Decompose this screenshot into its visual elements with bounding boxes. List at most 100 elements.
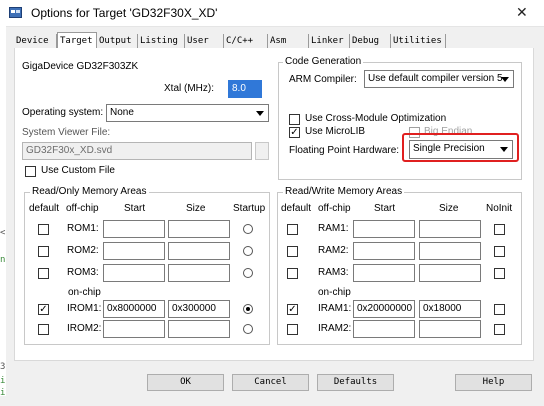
ram-default-checkbox[interactable] bbox=[287, 268, 298, 279]
cross-module-checkbox[interactable] bbox=[289, 114, 300, 125]
side-glyph: < bbox=[0, 228, 6, 238]
tab-debug[interactable]: Debug bbox=[350, 34, 391, 49]
ram-noinit-checkbox[interactable] bbox=[494, 324, 505, 335]
rom-start-input[interactable] bbox=[103, 220, 165, 238]
help-button[interactable]: Help bbox=[455, 374, 532, 391]
ram-size-input[interactable] bbox=[419, 242, 481, 260]
ram-default-checkbox[interactable] bbox=[287, 246, 298, 257]
rom-startup-radio[interactable] bbox=[243, 304, 253, 314]
tab-device[interactable]: Device bbox=[14, 34, 57, 49]
rom-row-label: ROM1: bbox=[67, 223, 99, 234]
arm-compiler-label: ARM Compiler: bbox=[289, 74, 357, 85]
xtal-input[interactable]: 8.0 bbox=[228, 80, 262, 98]
ram-default-checkbox[interactable]: ✓ bbox=[287, 304, 298, 315]
svd-browse-button bbox=[255, 142, 269, 160]
rom-header-default: default bbox=[29, 203, 60, 214]
device-name: GigaDevice GD32F303ZK bbox=[22, 61, 139, 72]
rom-start-input[interactable]: 0x8000000 bbox=[103, 300, 165, 318]
rom-size-input[interactable] bbox=[168, 320, 230, 338]
ram-start-input[interactable] bbox=[353, 264, 415, 282]
code-generation-legend: Code Generation bbox=[283, 56, 364, 67]
rom-default-checkbox[interactable] bbox=[38, 268, 49, 279]
rom-row-label: ROM2: bbox=[67, 245, 99, 256]
rom-size-input[interactable] bbox=[168, 242, 230, 260]
tab-asm[interactable]: Asm bbox=[268, 34, 309, 49]
ram-start-input[interactable]: 0x20000000 bbox=[353, 300, 415, 318]
os-select-value: None bbox=[110, 107, 134, 118]
defaults-button[interactable]: Defaults bbox=[317, 374, 394, 391]
rom-size-input[interactable] bbox=[168, 220, 230, 238]
window-title: Options for Target 'GD32F30X_XD' bbox=[31, 6, 218, 20]
ram-onchip-label: on-chip bbox=[318, 287, 351, 298]
rom-start-input[interactable] bbox=[103, 242, 165, 260]
rom-size-input[interactable]: 0x300000 bbox=[168, 300, 230, 318]
side-glyph: i bbox=[0, 376, 6, 386]
tab-c-cpp[interactable]: C/C++ bbox=[224, 34, 268, 49]
rom-row-label: ROM3: bbox=[67, 267, 99, 278]
ram-row-label: RAM3: bbox=[318, 267, 349, 278]
ram-default-checkbox[interactable] bbox=[287, 324, 298, 335]
ram-default-checkbox[interactable] bbox=[287, 224, 298, 235]
use-custom-file-label: Use Custom File bbox=[41, 165, 115, 176]
ram-header-noinit: NoInit bbox=[486, 203, 513, 214]
arm-compiler-select[interactable]: Use default compiler version 5 bbox=[364, 70, 514, 88]
ram-size-input[interactable] bbox=[419, 320, 481, 338]
tab-listing[interactable]: Listing bbox=[138, 34, 185, 49]
rom-startup-radio[interactable] bbox=[243, 268, 253, 278]
os-select[interactable]: None bbox=[106, 104, 269, 122]
rom-default-checkbox[interactable] bbox=[38, 324, 49, 335]
ok-button[interactable]: OK bbox=[147, 374, 224, 391]
ram-start-input[interactable] bbox=[353, 320, 415, 338]
rom-startup-radio[interactable] bbox=[243, 246, 253, 256]
ram-row-label: RAM2: bbox=[318, 245, 349, 256]
microlib-label: Use MicroLIB bbox=[305, 126, 366, 137]
ram-size-input[interactable] bbox=[419, 220, 481, 238]
ram-noinit-checkbox[interactable] bbox=[494, 304, 505, 315]
tab-bar: Device Target Output Listing User C/C++ … bbox=[14, 32, 446, 49]
rom-onchip-label: on-chip bbox=[68, 287, 101, 298]
cancel-button[interactable]: Cancel bbox=[232, 374, 309, 391]
rom-start-input[interactable] bbox=[103, 320, 165, 338]
arm-compiler-value: Use default compiler version 5 bbox=[368, 73, 503, 84]
ram-start-input[interactable] bbox=[353, 242, 415, 260]
rom-default-checkbox[interactable] bbox=[38, 224, 49, 235]
ram-start-input[interactable] bbox=[353, 220, 415, 238]
ram-noinit-checkbox[interactable] bbox=[494, 224, 505, 235]
microlib-checkbox[interactable]: ✓ bbox=[289, 127, 300, 138]
highlight-box bbox=[402, 133, 519, 162]
side-glyph: n bbox=[0, 255, 6, 265]
xtal-label: Xtal (MHz): bbox=[164, 83, 214, 94]
chevron-down-icon bbox=[498, 72, 512, 86]
ram-row-label: IRAM2: bbox=[318, 323, 352, 334]
rom-default-checkbox[interactable] bbox=[38, 246, 49, 257]
rom-header-start: Start bbox=[124, 203, 146, 214]
rom-start-input[interactable] bbox=[103, 264, 165, 282]
svd-label: System Viewer File: bbox=[22, 127, 111, 138]
ram-row-label: RAM1: bbox=[318, 223, 349, 234]
tab-output[interactable]: Output bbox=[97, 34, 138, 49]
tab-linker[interactable]: Linker bbox=[309, 34, 350, 49]
rom-startup-radio[interactable] bbox=[243, 324, 253, 334]
tab-user[interactable]: User bbox=[185, 34, 224, 49]
side-glyph: 3 bbox=[0, 362, 6, 372]
rom-size-input[interactable] bbox=[168, 264, 230, 282]
ram-header-offchip: off-chip bbox=[318, 203, 351, 214]
ram-size-input[interactable]: 0x18000 bbox=[419, 300, 481, 318]
side-glyph: i bbox=[0, 388, 6, 398]
tab-target[interactable]: Target bbox=[57, 32, 97, 49]
tab-utilities[interactable]: Utilities bbox=[391, 34, 446, 49]
app-icon bbox=[9, 7, 22, 18]
rom-row-label: IROM1: bbox=[67, 303, 102, 314]
ram-row-label: IRAM1: bbox=[318, 303, 352, 314]
rom-default-checkbox[interactable]: ✓ bbox=[38, 304, 49, 315]
rom-row-label: IROM2: bbox=[67, 323, 102, 334]
ram-header-start: Start bbox=[374, 203, 396, 214]
rom-header-offchip: off-chip bbox=[66, 203, 99, 214]
use-custom-file-checkbox[interactable] bbox=[25, 166, 36, 177]
ram-noinit-checkbox[interactable] bbox=[494, 246, 505, 257]
rom-startup-radio[interactable] bbox=[243, 224, 253, 234]
close-icon[interactable]: ✕ bbox=[516, 4, 528, 21]
ram-noinit-checkbox[interactable] bbox=[494, 268, 505, 279]
ram-size-input[interactable] bbox=[419, 264, 481, 282]
os-label: Operating system: bbox=[22, 107, 104, 118]
